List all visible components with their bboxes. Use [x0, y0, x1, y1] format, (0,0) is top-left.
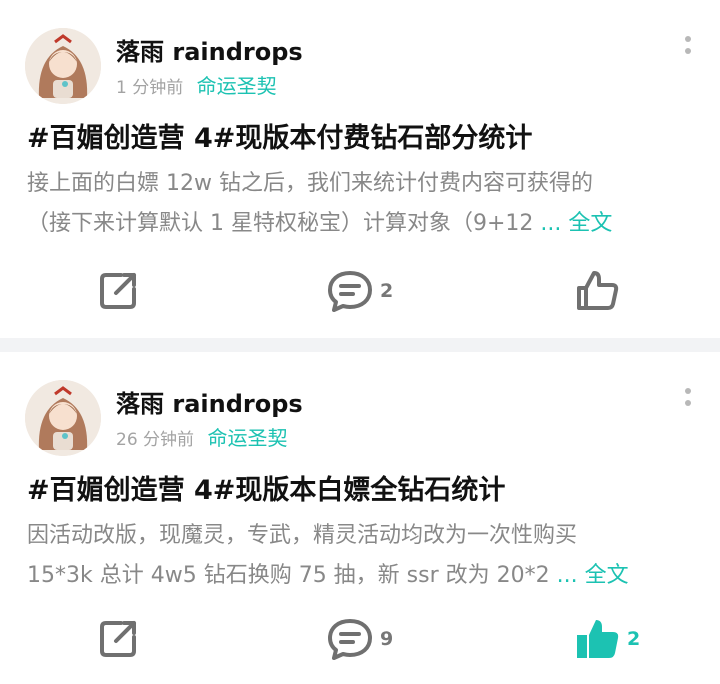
like-count: 2 [627, 628, 641, 650]
avatar[interactable] [25, 380, 101, 456]
share-icon [100, 273, 136, 309]
like-button[interactable] [575, 266, 627, 316]
share-button[interactable] [96, 614, 140, 664]
full-text-link[interactable]: 全文 [561, 211, 612, 236]
excerpt-text: 15*3k 总计 4w5 钻石换购 75 抽，新 ssr 改为 20*2 [27, 563, 550, 588]
share-icon [100, 621, 136, 657]
post-card[interactable]: 落雨 raindrops 26 分钟前 命运圣契 #百媚创造营 4#现版本白嫖全… [0, 352, 720, 684]
post-title[interactable]: #百媚创造营 4#现版本付费钻石部分统计 [27, 116, 532, 155]
post-time: 26 分钟前 [116, 430, 195, 450]
post-time: 1 分钟前 [116, 78, 184, 98]
post-excerpt[interactable]: 接上面的白嫖 12w 钻之后，我们来统计付费内容可获得的 （接下来计算默认 1 … [27, 164, 697, 244]
author-name[interactable]: 落雨 raindrops [116, 384, 303, 419]
post-card[interactable]: 落雨 raindrops 1 分钟前 命运圣契 #百媚创造营 4#现版本付费钻石… [0, 0, 720, 338]
comment-count: 9 [380, 628, 394, 650]
comment-button[interactable]: 2 [326, 266, 393, 316]
topic-tag[interactable]: 命运圣契 [197, 74, 277, 98]
more-vertical-icon[interactable] [682, 36, 694, 60]
post-meta: 26 分钟前 命运圣契 [116, 422, 287, 451]
share-button[interactable] [96, 266, 140, 316]
excerpt-line: 15*3k 总计 4w5 钻石换购 75 抽，新 ssr 改为 20*2 ...… [27, 556, 697, 596]
comment-icon [328, 619, 372, 660]
like-button[interactable]: 2 [575, 614, 640, 664]
thumbs-up-icon [577, 620, 619, 658]
more-vertical-icon[interactable] [682, 388, 694, 412]
post-excerpt[interactable]: 因活动改版，现魔灵，专武，精灵活动均改为一次性购买 15*3k 总计 4w5 钻… [27, 516, 697, 596]
comment-icon [328, 271, 372, 312]
topic-tag[interactable]: 命运圣契 [207, 426, 287, 450]
post-title[interactable]: #百媚创造营 4#现版本白嫖全钻石统计 [27, 468, 505, 507]
comment-button[interactable]: 9 [326, 614, 393, 664]
post-meta: 1 分钟前 命运圣契 [116, 70, 277, 99]
author-name[interactable]: 落雨 raindrops [116, 32, 303, 67]
full-text-link[interactable]: 全文 [578, 563, 629, 588]
comment-count: 2 [380, 280, 394, 302]
excerpt-line: （接下来计算默认 1 星特权秘宝）计算对象（9+12 ... 全文 [27, 204, 697, 244]
ellipsis: ... [549, 563, 578, 588]
ellipsis: ... [533, 211, 562, 236]
excerpt-line: 接上面的白嫖 12w 钻之后，我们来统计付费内容可获得的 [27, 171, 593, 196]
avatar[interactable] [25, 28, 101, 104]
thumbs-up-icon [577, 271, 619, 310]
excerpt-line: 因活动改版，现魔灵，专武，精灵活动均改为一次性购买 [27, 523, 578, 548]
excerpt-text: （接下来计算默认 1 星特权秘宝）计算对象（9+12 [27, 211, 534, 236]
